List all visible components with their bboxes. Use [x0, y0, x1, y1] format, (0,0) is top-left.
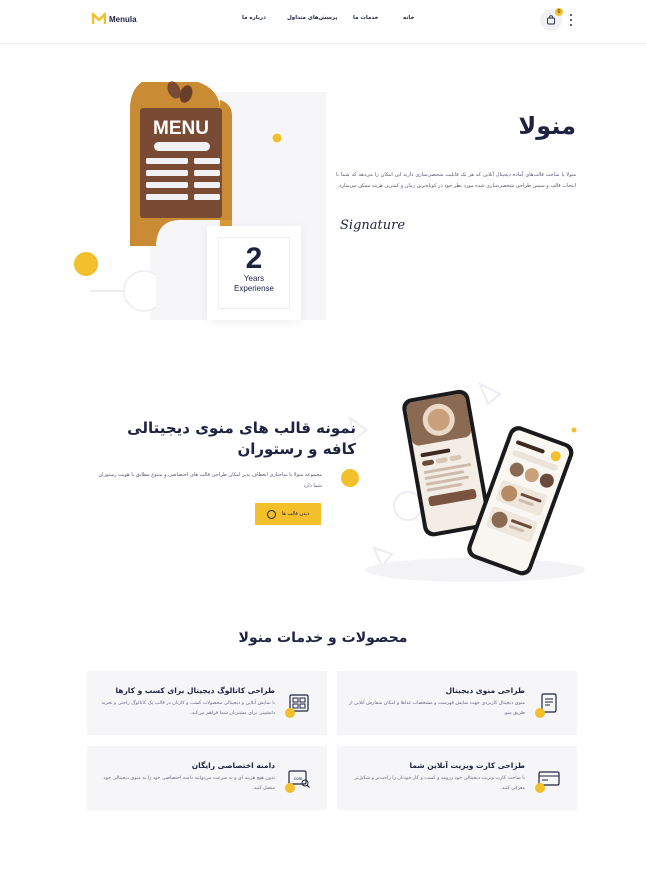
product-card-catalog[interactable]: طراحی کاتالوگ دیجیتال برای کسب و کارها ب…: [87, 671, 327, 735]
card-title: طراحی کارت ویزیت آنلاین شما: [409, 761, 525, 770]
phones-illustration: [341, 381, 585, 582]
nav-services[interactable]: خدمات ما: [353, 15, 379, 21]
view-templates-button[interactable]: دیدن قالب ها: [255, 503, 321, 525]
hero-title: منولا: [518, 112, 576, 140]
signature: Signature: [340, 218, 406, 233]
card-title: طراحی منوی دیجیتال: [445, 686, 525, 695]
card-description: بدون هیچ هزینه ای و به سرعت می‌توانید دا…: [103, 776, 275, 791]
products-title: محصولات و خدمات منولا: [238, 630, 408, 646]
product-card-business-card[interactable]: طراحی کارت ویزیت آنلاین شما با ساخت کارت…: [337, 746, 577, 810]
nav-faq[interactable]: پرسش‌های متداول: [287, 15, 337, 21]
nav-home[interactable]: خانه: [403, 15, 414, 21]
accent-dot: [535, 783, 545, 793]
more-menu-icon[interactable]: [569, 14, 573, 26]
shopping-bag-icon: [547, 15, 555, 25]
site-header: Menula خانه خدمات ما پرسش‌های متداول درب…: [0, 0, 646, 44]
accent-dot: [285, 783, 295, 793]
templates-title: نمونه قالب های منوی دیجیتالی کافه و رستو…: [127, 419, 356, 458]
card-title: طراحی کاتالوگ دیجیتال برای کسب و کارها: [115, 686, 275, 695]
experience-card-inner: 2 Years Experiense: [218, 237, 290, 309]
years-label: Years: [243, 274, 265, 283]
logo-icon: [92, 12, 106, 24]
accent-dot: [535, 708, 545, 718]
compass-icon: [266, 509, 276, 519]
card-description: با ساخت کارت ویزیت دیجیتالی خود رزومه و …: [354, 776, 525, 791]
experience-card: 2 Years Experiense: [207, 226, 301, 320]
card-description: منوی دیجیتال کاربردی جهت نمایش فهرست و م…: [348, 701, 525, 716]
templates-description: مجموعه منولا با ساختاری انعطاف پذیر امکا…: [98, 472, 322, 489]
product-card-digital-menu[interactable]: طراحی منوی دیجیتال منوی دیجیتال کاربردی …: [337, 671, 577, 735]
nav-about[interactable]: درباره ما: [242, 15, 266, 21]
experience-label: Experiense: [233, 284, 275, 293]
logo-text: Menula: [109, 14, 137, 24]
years-number: 2: [245, 242, 263, 275]
accent-dot: [285, 708, 295, 718]
card-title: دامنه اختصاصی رایگان: [191, 761, 275, 770]
logo[interactable]: Menula: [92, 12, 137, 26]
card-description: با نمایش آنلاین و دیجیتالی محصولات کسب و…: [101, 701, 275, 716]
view-templates-label: دیدن قالب ها: [281, 511, 310, 517]
svg-text:.com: .com: [293, 776, 303, 781]
svg-text:MENU: MENU: [153, 118, 209, 139]
product-card-domain[interactable]: .com دامنه اختصاصی رایگان بدون هیچ هزینه…: [87, 746, 327, 810]
hero-description: منولا با ساخت قالب‌های آماده دیجیتال آنل…: [336, 172, 576, 189]
cart-badge: 0: [555, 8, 563, 16]
